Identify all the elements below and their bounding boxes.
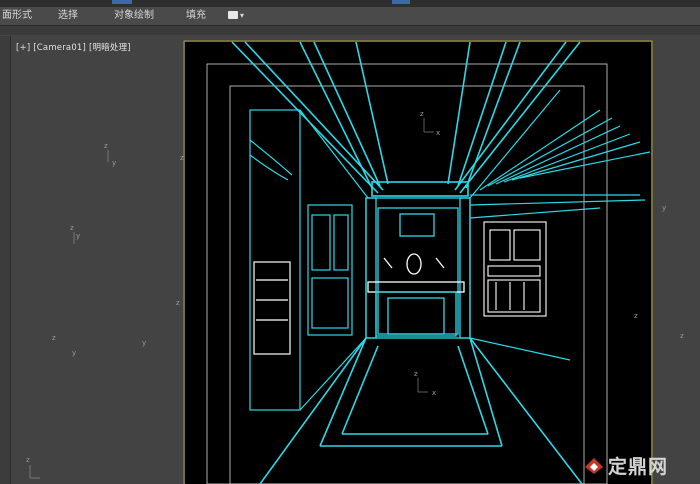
svg-text:x: x [432,389,436,397]
svg-text:z: z [634,312,638,320]
svg-text:z: z [180,154,184,162]
svg-text:x: x [436,129,440,137]
svg-text:z: z [70,224,74,232]
svg-text:z: z [52,334,56,342]
svg-text:y: y [112,159,116,167]
watermark-logo-icon [585,458,603,474]
svg-text:z: z [420,110,424,118]
svg-text:z: z [26,456,30,464]
svg-text:z: z [414,370,418,378]
render-region [185,42,651,484]
svg-text:z: z [104,142,108,150]
svg-text:z: z [176,299,180,307]
watermark-text: 定鼎网 [608,456,669,478]
svg-text:y: y [72,349,76,357]
svg-text:z: z [680,332,684,340]
svg-text:y: y [662,204,666,212]
svg-text:y: y [142,339,146,347]
svg-text:y: y [76,232,80,240]
wireframe-scene: zx zx zy zy zz zy yy zz z [26,40,684,484]
